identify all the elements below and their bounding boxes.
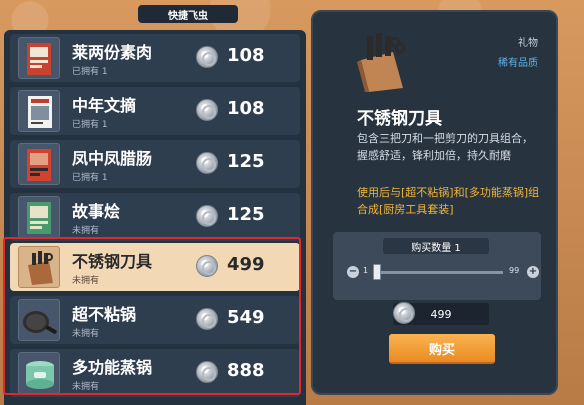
item-name: 超不粘锅: [72, 305, 137, 324]
quantity-min: 1: [363, 266, 369, 275]
item-title: 不锈钢刀具: [357, 109, 442, 129]
book-icon: [18, 196, 60, 238]
item-detail-panel: 礼物 稀有品质 不锈钢刀具 包含三把刀和一把剪刀的刀具组合，握感舒适，锋利加倍，…: [311, 10, 558, 395]
item-description: 包含三把刀和一把剪刀的刀具组合，握感舒适，锋利加倍，持久耐磨: [357, 132, 533, 162]
knife-block-icon: [18, 246, 60, 288]
coin-icon: [196, 152, 218, 174]
item-price: 125: [227, 204, 265, 225]
item-name: 凤中凤腊肠: [72, 149, 153, 168]
total-price: 499: [430, 307, 452, 321]
item-category: 礼物: [518, 38, 538, 49]
item-rarity: 稀有品质: [498, 58, 538, 69]
minus-icon[interactable]: −: [347, 266, 359, 278]
list-item[interactable]: 凤中凤腊肠 已拥有 1 125: [10, 140, 300, 188]
list-item[interactable]: 故事烩 未拥有 125: [10, 193, 300, 241]
list-item[interactable]: 多功能蒸锅 未拥有 888: [10, 349, 300, 397]
plus-icon[interactable]: +: [527, 266, 539, 278]
quantity-label: 购买数量 1: [383, 238, 489, 254]
list-item[interactable]: 中年文摘 已拥有 1 108: [10, 87, 300, 135]
frying-pan-icon: [18, 299, 60, 341]
item-owned-status: 未拥有: [72, 329, 100, 339]
item-name: 中年文摘: [72, 96, 137, 115]
coin-icon: [196, 99, 218, 121]
item-price: 108: [227, 45, 265, 66]
quantity-slider-handle[interactable]: [373, 264, 381, 280]
quantity-slider-track[interactable]: [375, 271, 503, 274]
coin-icon: [196, 255, 218, 277]
quantity-max: 99: [509, 266, 520, 275]
list-item[interactable]: 莱两份素肉 已拥有 1 108: [10, 34, 300, 82]
item-owned-status: 未拥有: [72, 382, 100, 392]
item-list[interactable]: 莱两份素肉 已拥有 1 108 中年文摘 已拥有 1 108 凤中凤腊肠 已拥有…: [4, 30, 306, 405]
item-price: 888: [227, 360, 265, 381]
coin-icon: [196, 361, 218, 383]
item-owned-status: 已拥有 1: [72, 173, 108, 183]
item-name: 故事烩: [72, 202, 121, 221]
quantity-selector: 购买数量 1 − 1 99 +: [333, 232, 541, 300]
window-title: 快捷飞虫: [138, 5, 238, 23]
item-owned-status: 已拥有 1: [72, 67, 108, 77]
knife-block-icon: [353, 30, 413, 94]
item-combo-note: 使用后与[超不粘锅]和[多功能蒸锅]组合成[厨房工具套装]: [357, 186, 540, 216]
list-item[interactable]: 超不粘锅 未拥有 549: [10, 296, 300, 344]
book-icon: [18, 90, 60, 132]
item-price: 108: [227, 98, 265, 119]
steamer-icon: [18, 352, 60, 394]
item-name: 不锈钢刀具: [72, 252, 153, 271]
list-item-selected[interactable]: 不锈钢刀具 未拥有 499: [10, 243, 300, 291]
coin-icon: [196, 308, 218, 330]
item-price: 499: [227, 254, 265, 275]
book-icon: [18, 37, 60, 79]
item-owned-status: 未拥有: [72, 276, 100, 286]
coin-icon: [196, 46, 218, 68]
item-name: 多功能蒸锅: [72, 358, 153, 377]
coin-icon: [196, 205, 218, 227]
item-price: 125: [227, 151, 265, 172]
item-price: 549: [227, 307, 265, 328]
item-owned-status: 已拥有 1: [72, 120, 108, 130]
item-owned-status: 未拥有: [72, 226, 100, 236]
item-name: 莱两份素肉: [72, 43, 153, 62]
book-icon: [18, 143, 60, 185]
buy-button[interactable]: 购买: [389, 334, 495, 364]
